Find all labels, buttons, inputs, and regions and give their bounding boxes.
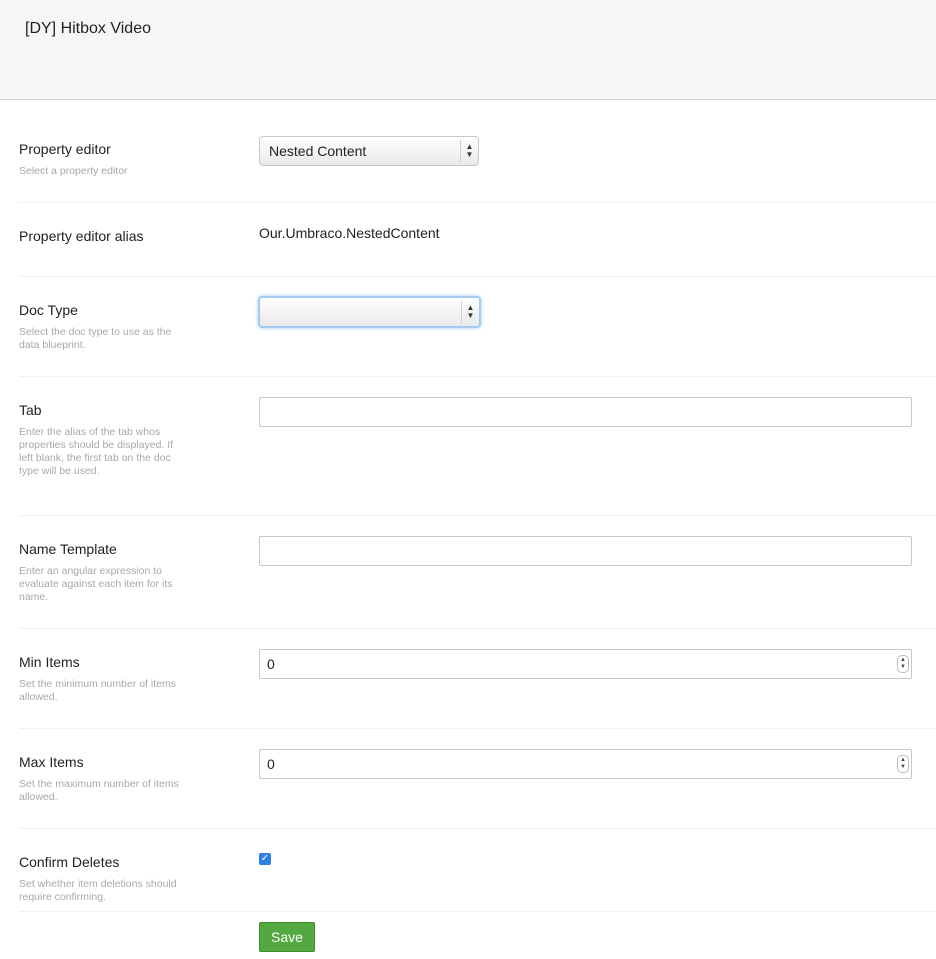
page-title: [DY] Hitbox Video xyxy=(25,20,151,37)
property-editor-selected-value: Nested Content xyxy=(269,143,367,159)
max-items-input[interactable]: 0 ▲ ▼ xyxy=(259,749,912,779)
row-divider xyxy=(19,628,936,629)
row-divider xyxy=(19,276,936,277)
number-stepper-icon[interactable]: ▲ ▼ xyxy=(897,655,909,673)
select-arrows-icon: ▲ ▼ xyxy=(461,301,479,323)
name-template-description: Enter an angular expression to evaluate … xyxy=(19,565,173,603)
row-divider xyxy=(19,376,936,377)
number-stepper-icon[interactable]: ▲ ▼ xyxy=(897,755,909,773)
property-editor-select[interactable]: Nested Content ▲ ▼ xyxy=(259,136,479,166)
min-items-value: 0 xyxy=(267,656,275,672)
name-template-label: Name Template xyxy=(19,541,117,557)
doc-type-label: Doc Type xyxy=(19,302,78,318)
property-editor-label: Property editor xyxy=(19,141,111,157)
min-items-description: Set the minimum number of items allowed. xyxy=(19,678,176,703)
tab-description: Enter the alias of the tab whos properti… xyxy=(19,426,174,477)
confirm-deletes-label: Confirm Deletes xyxy=(19,854,120,870)
row-divider xyxy=(19,828,936,829)
save-button[interactable]: Save xyxy=(259,922,315,952)
min-items-input[interactable]: 0 ▲ ▼ xyxy=(259,649,912,679)
checkmark-icon: ✓ xyxy=(260,853,270,864)
max-items-label: Max Items xyxy=(19,754,84,770)
max-items-value: 0 xyxy=(267,756,275,772)
confirm-deletes-checkbox[interactable]: ✓ xyxy=(259,853,271,865)
property-editor-description: Select a property editor xyxy=(19,165,128,177)
doc-type-description: Select the doc type to use as the data b… xyxy=(19,326,172,351)
row-divider xyxy=(19,515,936,516)
page-header: [DY] Hitbox Video xyxy=(0,0,936,100)
name-template-input[interactable] xyxy=(259,536,912,566)
max-items-description: Set the maximum number of items allowed. xyxy=(19,778,179,803)
tab-label: Tab xyxy=(19,402,42,418)
row-divider xyxy=(19,911,936,912)
doc-type-select[interactable]: ▲ ▼ xyxy=(258,296,481,328)
select-arrows-icon: ▲ ▼ xyxy=(460,140,478,162)
row-divider xyxy=(19,728,936,729)
property-editor-alias-value: Our.Umbraco.NestedContent xyxy=(259,225,440,241)
row-divider xyxy=(19,202,936,203)
confirm-deletes-description: Set whether item deletions should requir… xyxy=(19,878,177,902)
min-items-label: Min Items xyxy=(19,654,80,670)
property-editor-alias-label: Property editor alias xyxy=(19,228,144,244)
tab-input[interactable] xyxy=(259,397,912,427)
